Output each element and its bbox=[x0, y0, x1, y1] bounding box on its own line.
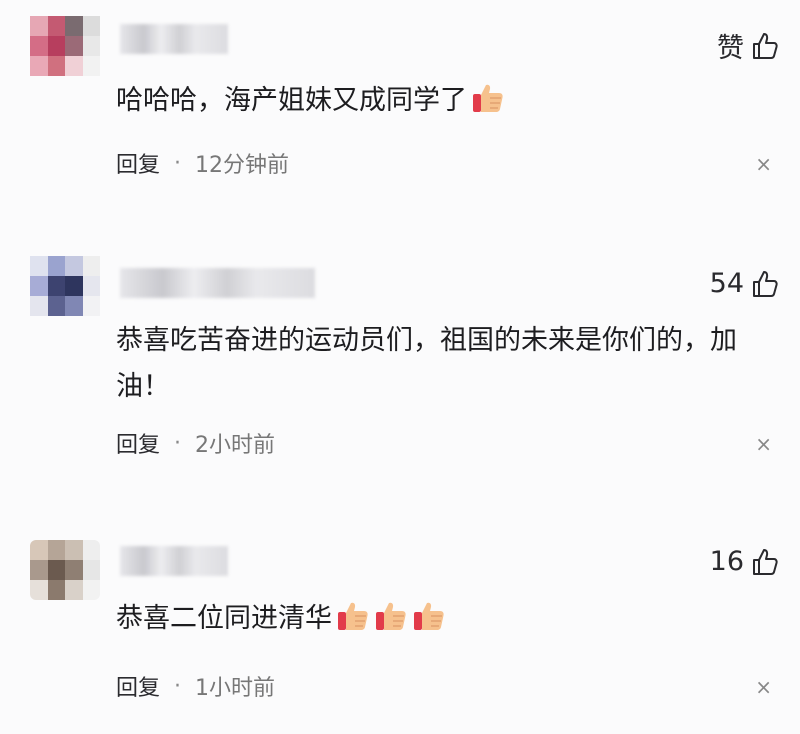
close-icon[interactable]: × bbox=[755, 675, 772, 699]
close-icon[interactable]: × bbox=[755, 432, 772, 456]
comment-meta: 回复 · 1小时前 bbox=[116, 670, 275, 702]
like-count: 54 bbox=[709, 268, 744, 299]
like-count: 16 bbox=[709, 546, 744, 577]
thumbs-up-emoji-icon bbox=[471, 81, 505, 130]
username-blurred[interactable] bbox=[120, 546, 228, 576]
avatar[interactable] bbox=[30, 16, 100, 76]
comment-meta: 回复 · 12分钟前 bbox=[116, 147, 289, 179]
reply-button[interactable]: 回复 bbox=[116, 427, 160, 459]
like-button[interactable]: 54 bbox=[710, 268, 778, 299]
separator-dot: · bbox=[174, 673, 182, 699]
reply-button[interactable]: 回复 bbox=[116, 670, 160, 702]
comment-text-content: 恭喜二位同进清华 bbox=[116, 603, 332, 634]
separator-dot: · bbox=[174, 430, 182, 456]
username-blurred[interactable] bbox=[120, 24, 228, 54]
close-icon[interactable]: × bbox=[755, 152, 772, 176]
thumbs-up-emoji-icon bbox=[374, 599, 408, 648]
comment-text: 哈哈哈，海产姐妹又成同学了 bbox=[116, 78, 766, 130]
avatar[interactable] bbox=[30, 540, 100, 600]
comment-time: 1小时前 bbox=[195, 676, 276, 701]
thumbs-up-emoji-icon bbox=[336, 599, 370, 648]
comment-meta: 回复 · 2小时前 bbox=[116, 427, 275, 459]
comment-time: 2小时前 bbox=[195, 433, 276, 458]
thumbs-up-emoji-icon bbox=[412, 599, 446, 648]
comment-text-content: 哈哈哈，海产姐妹又成同学了 bbox=[116, 85, 467, 116]
thumbs-up-outline-icon bbox=[752, 32, 778, 60]
username-blurred[interactable] bbox=[120, 268, 315, 298]
thumbs-up-outline-icon bbox=[752, 548, 778, 576]
comment-time: 12分钟前 bbox=[195, 153, 290, 178]
reply-button[interactable]: 回复 bbox=[116, 147, 160, 179]
like-button[interactable]: 16 bbox=[710, 546, 778, 577]
comment-text: 恭喜二位同进清华 bbox=[116, 596, 766, 648]
like-button[interactable]: 赞 bbox=[717, 26, 778, 65]
separator-dot: · bbox=[174, 150, 182, 176]
like-count: 赞 bbox=[717, 33, 744, 64]
comment-text: 恭喜吃苦奋进的运动员们，祖国的未来是你们的，加油！ bbox=[116, 325, 737, 402]
avatar[interactable] bbox=[30, 256, 100, 316]
thumbs-up-outline-icon bbox=[752, 270, 778, 298]
